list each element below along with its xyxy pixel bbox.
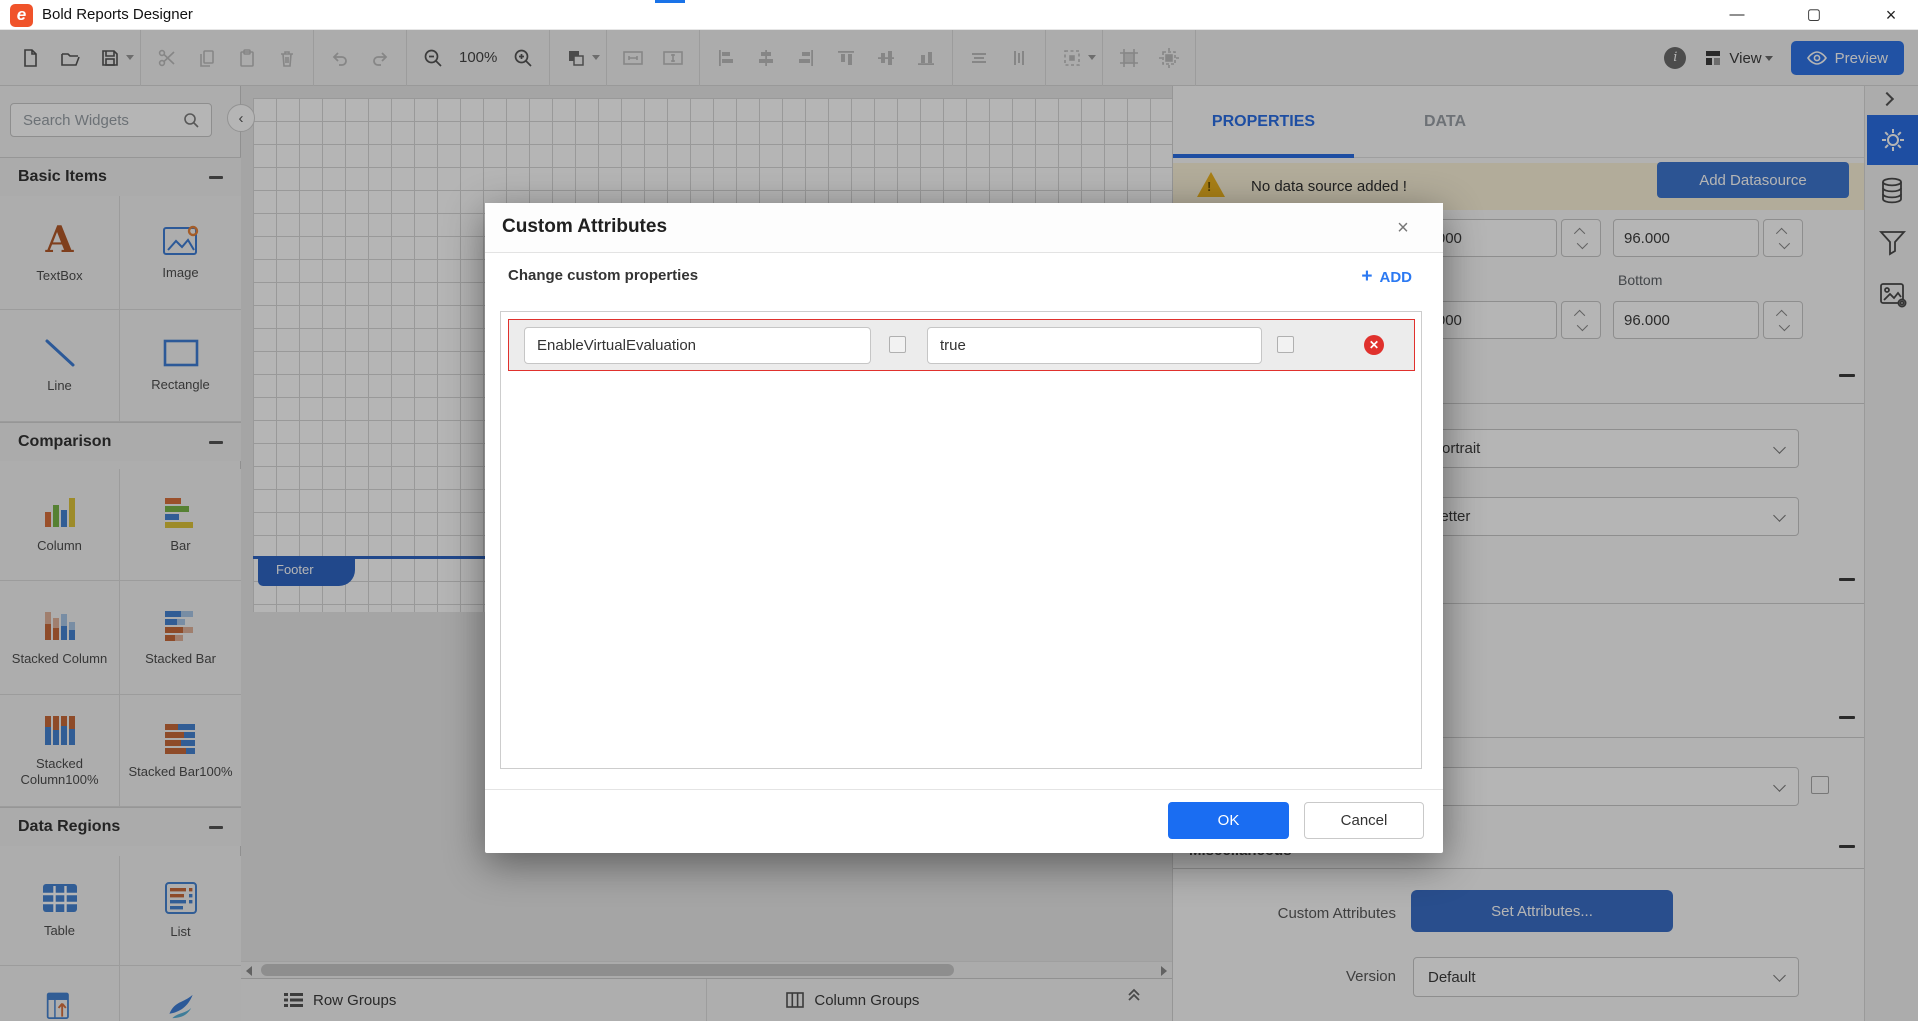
dialog-close-icon[interactable]: × xyxy=(1390,215,1416,241)
attribute-value-input[interactable] xyxy=(927,327,1262,364)
top-accent-bar xyxy=(655,0,685,3)
dialog-header: Custom Attributes × xyxy=(485,203,1443,253)
plus-icon: + xyxy=(1361,266,1372,288)
attribute-name-input[interactable] xyxy=(524,327,871,364)
window-title: Bold Reports Designer xyxy=(42,6,193,23)
dialog-subtitle: Change custom properties xyxy=(508,267,698,284)
add-attribute-button[interactable]: + ADD xyxy=(1361,266,1412,288)
close-button[interactable]: × xyxy=(1876,6,1906,24)
cancel-button[interactable]: Cancel xyxy=(1304,802,1424,839)
attribute-name-checkbox[interactable] xyxy=(889,336,906,353)
ok-button[interactable]: OK xyxy=(1168,802,1289,839)
window-title-bar: e Bold Reports Designer — ▢ × xyxy=(0,0,1918,30)
maximize-button[interactable]: ▢ xyxy=(1799,6,1829,24)
minimize-button[interactable]: — xyxy=(1722,6,1752,24)
attribute-value-checkbox[interactable] xyxy=(1277,336,1294,353)
delete-attribute-icon[interactable]: ✕ xyxy=(1364,335,1384,355)
attributes-list: ✕ xyxy=(500,311,1422,769)
custom-attributes-dialog: Custom Attributes × Change custom proper… xyxy=(485,203,1443,853)
dialog-title: Custom Attributes xyxy=(502,216,667,238)
bold-reports-logo-icon: e xyxy=(10,4,33,27)
attribute-row: ✕ xyxy=(508,319,1415,371)
